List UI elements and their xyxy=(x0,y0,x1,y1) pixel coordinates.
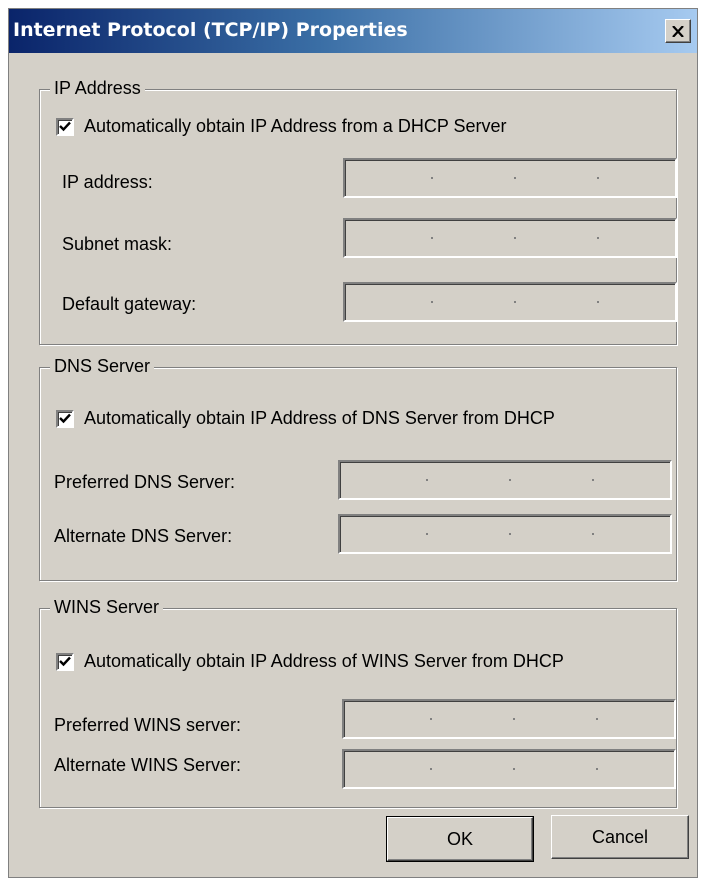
ip-address-legend: IP Address xyxy=(50,78,145,99)
close-icon xyxy=(672,25,684,37)
window-title: Internet Protocol (TCP/IP) Properties xyxy=(13,19,408,41)
ok-button[interactable]: OK xyxy=(386,816,534,862)
octet-separator xyxy=(509,533,511,535)
auto-ip-checkbox-row[interactable]: Automatically obtain IP Address from a D… xyxy=(56,116,507,137)
preferred-dns-label: Preferred DNS Server: xyxy=(54,472,236,492)
octet-separator xyxy=(431,177,433,179)
alternate-dns-input[interactable] xyxy=(338,514,672,554)
default-gateway-label: Default gateway: xyxy=(62,294,197,314)
dns-server-group: DNS Server Automatically obtain IP Addre… xyxy=(39,356,677,581)
octet-separator xyxy=(514,237,516,239)
cancel-button[interactable]: Cancel xyxy=(551,815,689,859)
ip-address-input[interactable] xyxy=(343,158,677,198)
octet-separator xyxy=(592,533,594,535)
octet-separator xyxy=(431,237,433,239)
octet-separator xyxy=(592,479,594,481)
auto-ip-checkbox[interactable] xyxy=(56,117,74,136)
alternate-wins-input[interactable] xyxy=(342,749,676,789)
octet-separator xyxy=(513,768,515,770)
auto-wins-checkbox-row[interactable]: Automatically obtain IP Address of WINS … xyxy=(56,651,564,672)
octet-separator xyxy=(509,479,511,481)
wins-server-legend: WINS Server xyxy=(50,597,164,618)
ip-address-label: IP address: xyxy=(62,172,153,192)
subnet-mask-label: Subnet mask: xyxy=(62,234,173,254)
octet-separator xyxy=(514,301,516,303)
octet-separator xyxy=(430,718,432,720)
octet-separator xyxy=(597,301,599,303)
checkmark-icon xyxy=(59,413,71,424)
default-gateway-input[interactable] xyxy=(343,282,677,322)
dns-server-legend: DNS Server xyxy=(50,356,155,377)
auto-ip-checkbox-label: Automatically obtain IP Address from a D… xyxy=(84,116,507,136)
octet-separator xyxy=(430,768,432,770)
octet-separator xyxy=(597,237,599,239)
octet-separator xyxy=(426,533,428,535)
tcpip-properties-dialog: Internet Protocol (TCP/IP) Properties IP… xyxy=(8,8,698,878)
checkmark-icon xyxy=(59,656,71,667)
octet-separator xyxy=(597,177,599,179)
auto-wins-checkbox-label: Automatically obtain IP Address of WINS … xyxy=(84,651,564,671)
alternate-dns-label: Alternate DNS Server: xyxy=(54,526,233,546)
checkmark-icon xyxy=(59,121,71,132)
octet-separator xyxy=(513,718,515,720)
title-bar[interactable]: Internet Protocol (TCP/IP) Properties xyxy=(9,9,697,53)
preferred-wins-label: Preferred WINS server: xyxy=(54,715,242,735)
auto-wins-checkbox[interactable] xyxy=(56,652,74,671)
subnet-mask-input[interactable] xyxy=(343,218,677,258)
wins-server-group: WINS Server Automatically obtain IP Addr… xyxy=(39,597,677,808)
alternate-wins-label: Alternate WINS Server: xyxy=(54,755,242,775)
octet-separator xyxy=(596,718,598,720)
octet-separator xyxy=(596,768,598,770)
close-button[interactable] xyxy=(665,19,691,43)
preferred-dns-input[interactable] xyxy=(338,460,672,500)
octet-separator xyxy=(426,479,428,481)
octet-separator xyxy=(514,177,516,179)
auto-dns-checkbox-label: Automatically obtain IP Address of DNS S… xyxy=(84,408,555,428)
octet-separator xyxy=(431,301,433,303)
ip-address-group: IP Address Automatically obtain IP Addre… xyxy=(39,78,677,345)
preferred-wins-input[interactable] xyxy=(342,699,676,739)
auto-dns-checkbox[interactable] xyxy=(56,409,74,428)
auto-dns-checkbox-row[interactable]: Automatically obtain IP Address of DNS S… xyxy=(56,408,555,429)
